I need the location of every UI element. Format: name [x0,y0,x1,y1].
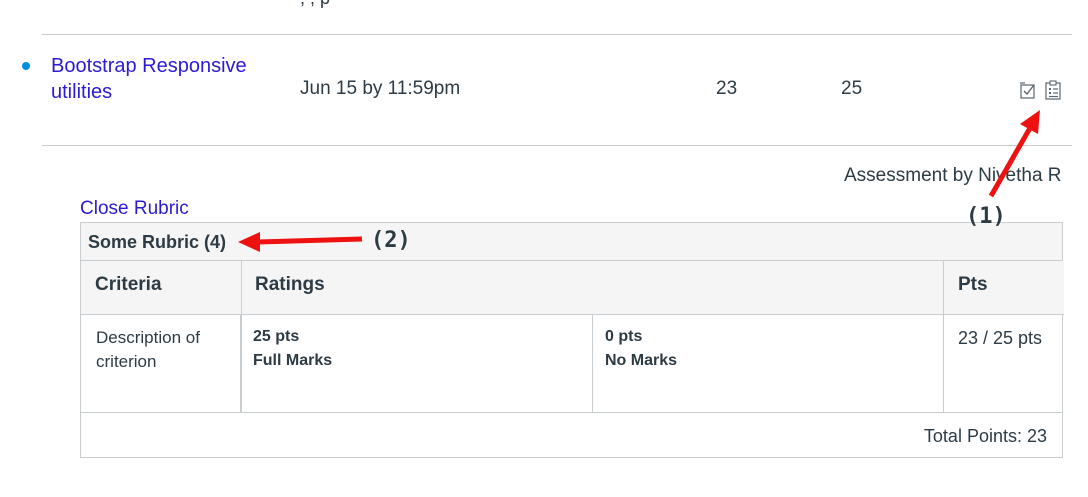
arrow-2-icon [257,236,363,245]
annotation-label-2: (2) [371,228,411,253]
arrow-2-head-icon [238,232,260,252]
arrow-1-icon [988,126,1033,198]
annotation-label-1: (1) [966,204,1006,229]
annotation-arrows [238,110,1040,252]
